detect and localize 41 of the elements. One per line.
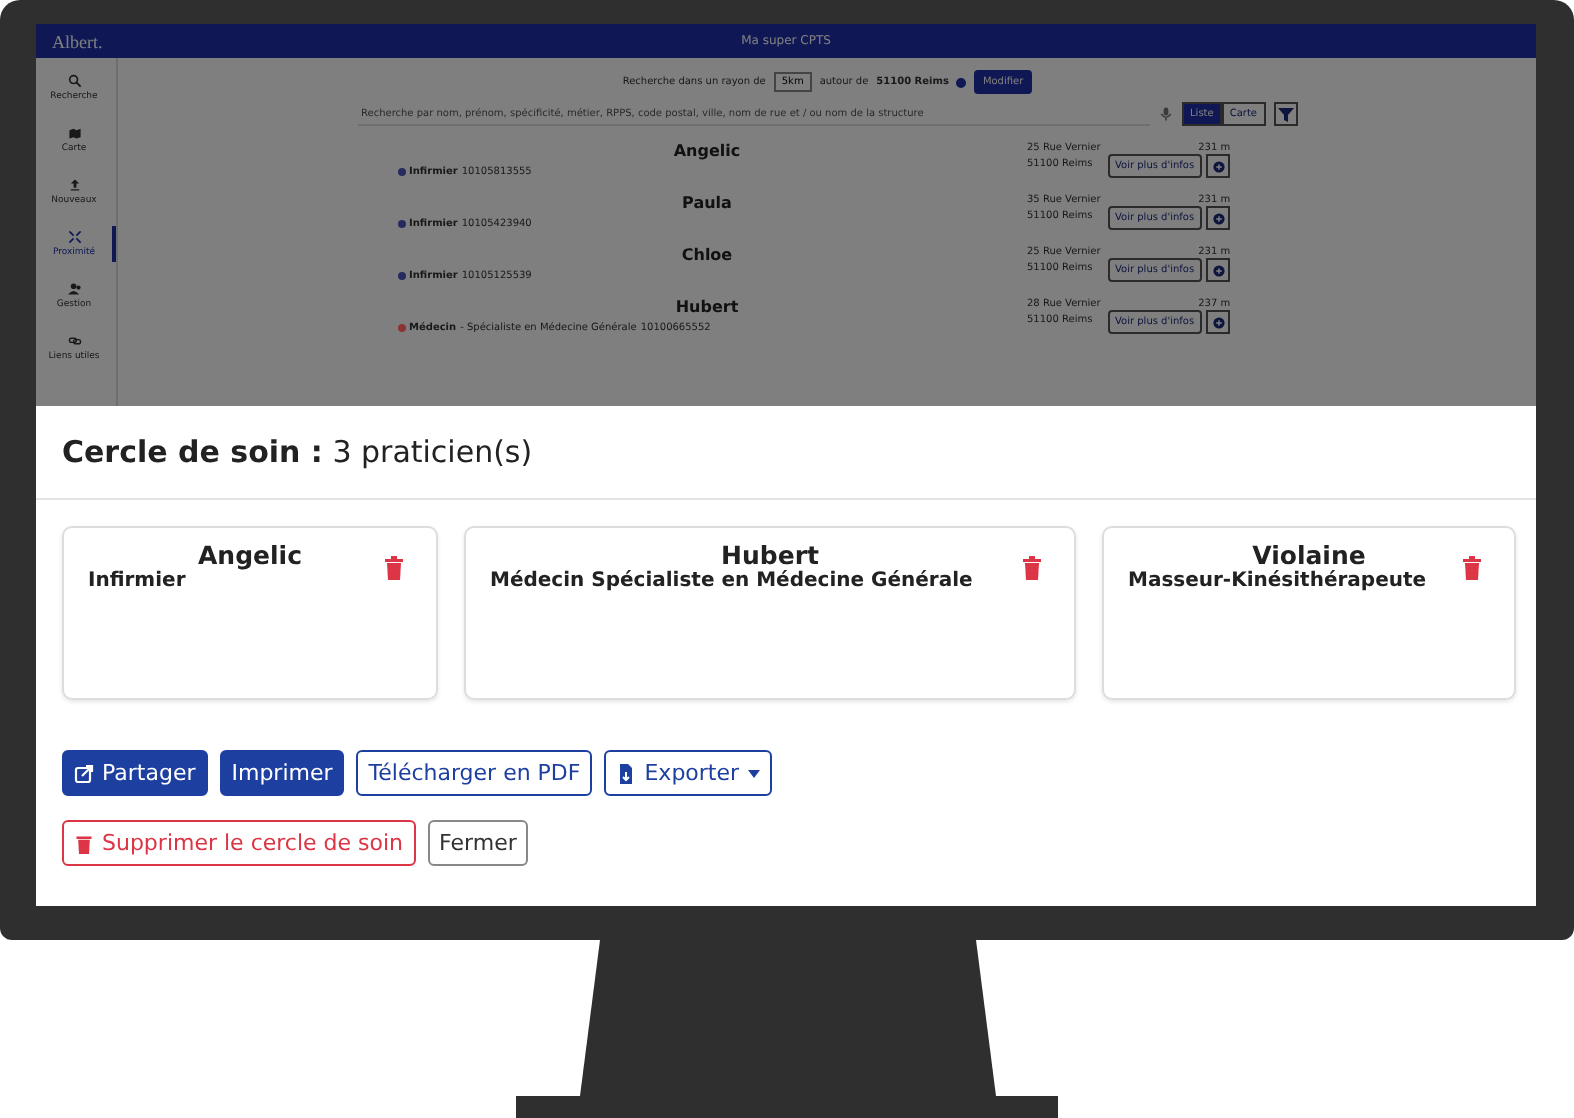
panel-title: Cercle de soin : 3 praticien(s) (62, 434, 533, 470)
trash-icon[interactable] (1462, 556, 1482, 580)
filter-icon[interactable] (1273, 102, 1297, 126)
plus-icon (1211, 315, 1226, 329)
practitioner-role: Infirmier (88, 570, 188, 592)
action-button[interactable]: Imprimer (219, 750, 345, 796)
map-icon (67, 126, 81, 140)
upload-icon (67, 178, 81, 192)
info-icon (956, 77, 967, 87)
action-button[interactable]: Partager (62, 750, 208, 796)
add-button[interactable] (1206, 206, 1231, 230)
trash-icon (74, 833, 94, 853)
practitioner-name: Paula (682, 194, 732, 212)
action-button[interactable]: Télécharger en PDF (356, 750, 593, 796)
delete-circle-button[interactable]: Supprimer le cercle de soin (62, 820, 416, 866)
practitioner-name: Violaine (1252, 540, 1366, 570)
add-button[interactable] (1206, 154, 1231, 178)
practitioner-name: Hubert (721, 540, 819, 570)
close-button[interactable]: Fermer (427, 820, 529, 866)
practitioner-role: Médecin Spécialiste en Médecine Générale (490, 570, 975, 592)
app-logo: Albert. (52, 31, 103, 51)
plus-icon (1211, 159, 1226, 173)
link-icon (67, 334, 81, 348)
plus-icon (1211, 263, 1226, 277)
plus-icon (1211, 211, 1226, 225)
file-icon (616, 763, 637, 783)
trash-icon[interactable] (1022, 556, 1042, 580)
trash-icon[interactable] (384, 556, 404, 580)
share-icon (74, 763, 94, 783)
microphone-icon[interactable] (1158, 106, 1175, 122)
practitioner-name: Chloe (681, 246, 733, 264)
users-icon (67, 282, 81, 296)
practitioner-name: Angelic (673, 142, 741, 160)
arrows-icon (67, 230, 81, 244)
search-icon (67, 74, 81, 88)
practitioner-name: Hubert (675, 298, 739, 316)
practitioner-name: Angelic (198, 540, 302, 570)
add-button[interactable] (1206, 258, 1231, 282)
practitioner-role: Masseur-Kinésithérapeute (1128, 570, 1429, 592)
action-button[interactable]: Exporter (604, 750, 772, 796)
add-button[interactable] (1206, 310, 1231, 334)
